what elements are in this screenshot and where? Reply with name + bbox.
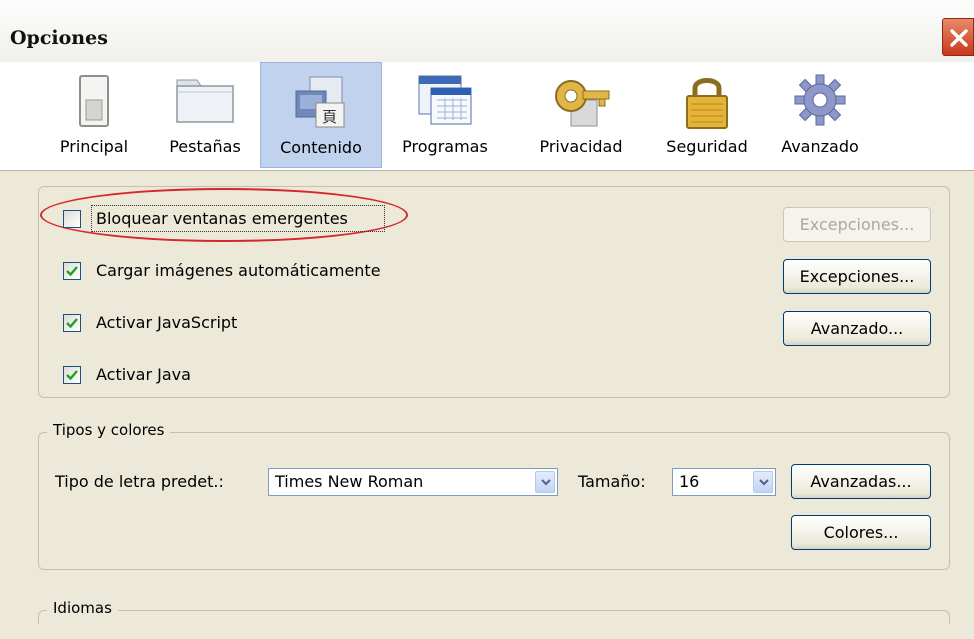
enable-java-checkbox[interactable] (63, 366, 81, 384)
options-dialog: Opciones Principal Pestañas 頁 Contenido … (0, 0, 974, 639)
programs-window-icon (418, 75, 472, 125)
chevron-down-icon[interactable] (535, 471, 555, 493)
load-images-checkbox[interactable] (63, 262, 81, 280)
fonts-advanced-button[interactable]: Avanzadas... (791, 464, 931, 499)
tab-label: Principal (59, 137, 129, 156)
enable-javascript-label: Activar JavaScript (96, 313, 238, 332)
enable-javascript-checkbox[interactable] (63, 314, 81, 332)
category-toolbar: Principal Pestañas 頁 Contenido Programas… (0, 62, 974, 171)
tab-label: Privacidad (539, 137, 623, 156)
block-popups-label: Bloquear ventanas emergentes (96, 209, 348, 228)
tab-label: Contenido (280, 138, 362, 157)
default-font-select[interactable]: Times New Roman (268, 468, 558, 496)
tab-label: Pestañas (169, 137, 241, 156)
block-popups-checkbox[interactable] (63, 210, 81, 228)
colors-button[interactable]: Colores... (791, 515, 931, 550)
font-size-value: 16 (679, 472, 700, 491)
svg-text:頁: 頁 (322, 108, 337, 126)
gear-icon (794, 74, 846, 126)
tab-label: Programas (402, 137, 488, 156)
popup-exceptions-button[interactable]: Excepciones... (783, 207, 931, 242)
window-bottom-edge (0, 624, 974, 639)
content-icon: 頁 (295, 76, 345, 128)
tab-avanzado[interactable]: Avanzado (766, 62, 874, 168)
image-exceptions-button[interactable]: Excepciones... (783, 259, 931, 294)
folder-tabs-icon (176, 79, 234, 123)
font-size-select[interactable]: 16 (672, 468, 776, 496)
default-font-value: Times New Roman (275, 472, 424, 491)
default-font-label: Tipo de letra predet.: (55, 472, 224, 491)
tab-programas[interactable]: Programas (384, 62, 506, 168)
tab-principal[interactable]: Principal (40, 62, 148, 168)
tab-label: Seguridad (666, 137, 748, 156)
close-icon (950, 29, 968, 47)
load-images-label: Cargar imágenes automáticamente (96, 261, 381, 280)
title-bar: Opciones (0, 0, 974, 62)
checkmark-icon (66, 266, 78, 277)
chevron-down-icon[interactable] (753, 471, 773, 493)
languages-legend: Idiomas (47, 599, 118, 617)
close-button[interactable] (942, 18, 974, 56)
mask-key-icon (555, 80, 610, 127)
size-label: Tamaño: (578, 472, 646, 491)
fonts-colors-legend: Tipos y colores (47, 421, 171, 439)
checkmark-icon (66, 370, 78, 381)
tab-privacidad[interactable]: Privacidad (518, 62, 644, 168)
tab-seguridad[interactable]: Seguridad (648, 62, 766, 168)
checkmark-icon (66, 318, 78, 329)
tab-label: Avanzado (781, 137, 859, 156)
switch-icon (79, 75, 109, 127)
padlock-icon (686, 78, 728, 129)
window-title: Opciones (10, 27, 108, 49)
enable-java-label: Activar Java (96, 365, 191, 384)
javascript-advanced-button[interactable]: Avanzado... (783, 311, 931, 346)
tab-contenido[interactable]: 頁 Contenido (260, 62, 382, 168)
tab-pestanas[interactable]: Pestañas (150, 62, 260, 168)
